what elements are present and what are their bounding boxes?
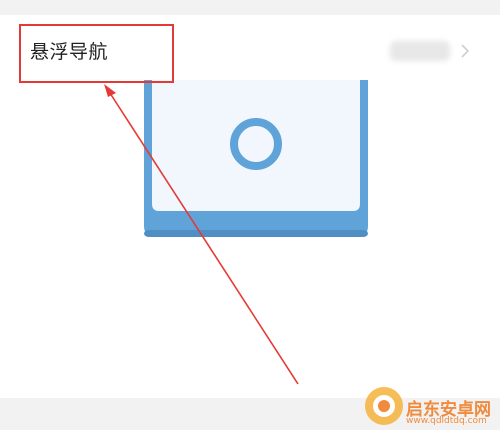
phone-illustration: [144, 80, 368, 237]
screenshot-page: 悬浮导航 启东安卓网 www.qdldtdq.com: [0, 0, 500, 430]
row-value-blurred: [390, 41, 450, 61]
watermark-url: www.qdldtdq.com: [406, 416, 487, 426]
chevron-right-icon: [461, 44, 470, 58]
annotation-highlight-box: [19, 24, 174, 83]
